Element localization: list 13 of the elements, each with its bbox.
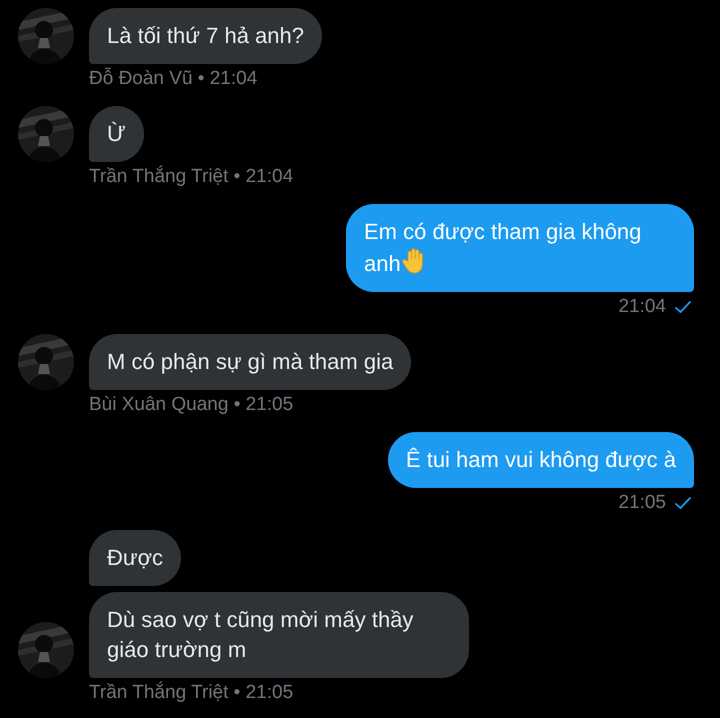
- sender-and-time: Trần Thắng Triệt • 21:04: [89, 166, 294, 188]
- message-bubble: Là tối thứ 7 hả anh?: [89, 8, 322, 64]
- message-bubble: Ê tui ham vui không được à: [388, 432, 694, 488]
- message-bubble: M có phận sự gì mà tham gia: [89, 334, 412, 390]
- message-bubble: Ừ: [89, 106, 144, 162]
- sender-and-time: Bùi Xuân Quang • 21:05: [89, 394, 294, 416]
- sender-and-time: Trần Thắng Triệt • 21:05: [89, 682, 294, 704]
- message-bubble: Dù sao vợ t cũng mời mấy thầy giáo trường m: [89, 592, 469, 678]
- message-bubble: Em có được tham gia không anh: [346, 204, 694, 292]
- sender-and-time: Đỗ Đoàn Vũ • 21:04: [89, 68, 258, 90]
- message-time: 21:05: [618, 492, 666, 514]
- message-bubble: Được: [89, 530, 182, 586]
- message-time: 21:04: [618, 296, 666, 318]
